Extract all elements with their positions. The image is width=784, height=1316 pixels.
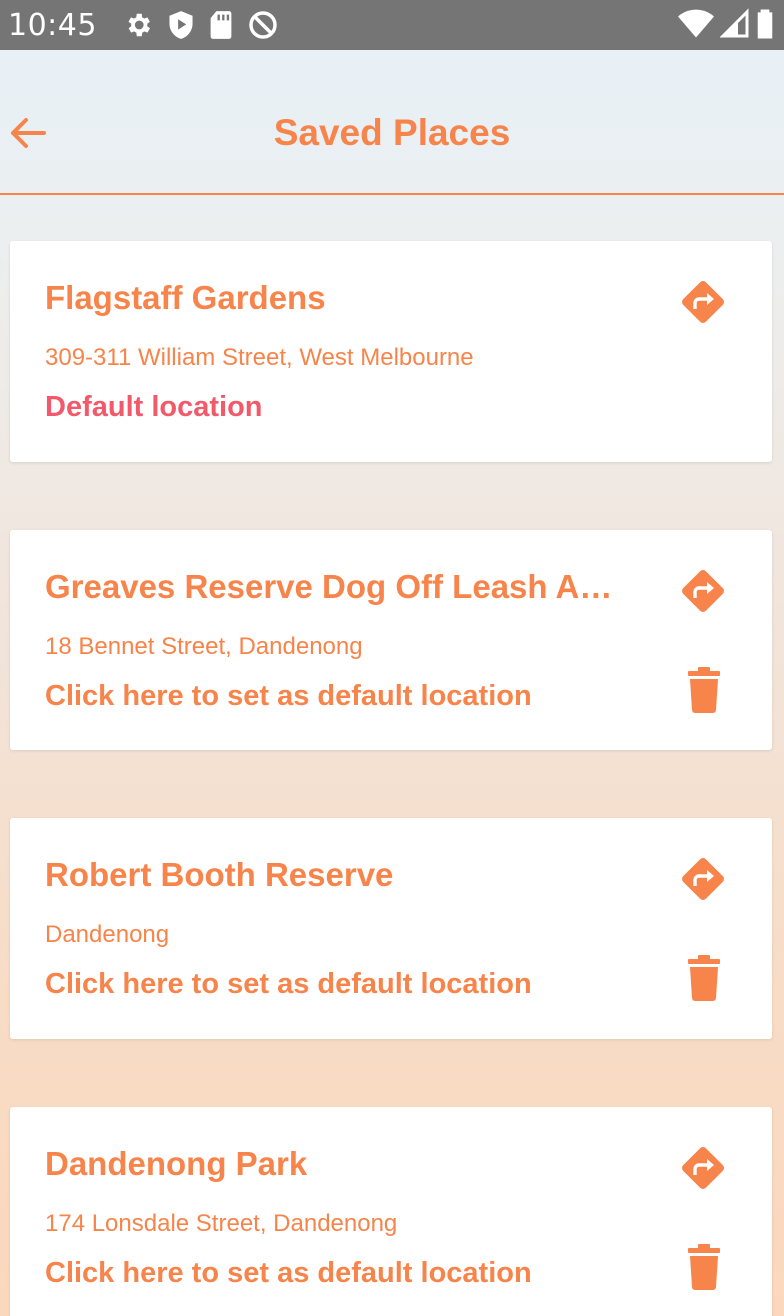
directions-button[interactable]: [678, 277, 728, 327]
delete-button[interactable]: [684, 667, 724, 713]
cell-signal-icon: [720, 8, 749, 38]
place-card[interactable]: Flagstaff Gardens 309-311 William Street…: [10, 241, 772, 462]
sd-card-icon: [210, 11, 232, 39]
place-name: Flagstaff Gardens: [45, 279, 326, 316]
delete-button[interactable]: [684, 955, 724, 1001]
place-card[interactable]: Greaves Reserve Dog Off Leash A… 18 Benn…: [10, 530, 772, 750]
data-saver-icon: [249, 11, 277, 39]
directions-button[interactable]: [678, 1143, 728, 1193]
directions-icon: [682, 570, 724, 612]
place-card[interactable]: Robert Booth Reserve Dandenong Click her…: [10, 818, 772, 1039]
settings-icon: [128, 13, 150, 37]
place-address: 18 Bennet Street, Dandenong: [45, 633, 363, 660]
trash-icon: [688, 955, 720, 1001]
app-header: Saved Places: [0, 50, 784, 195]
set-default-button[interactable]: Click here to set as default location: [45, 1257, 532, 1290]
place-address: Dandenong: [45, 921, 170, 948]
battery-icon: [757, 9, 773, 39]
place-address: 174 Lonsdale Street, Dandenong: [45, 1210, 398, 1237]
page-title: Saved Places: [273, 112, 511, 153]
directions-icon: [682, 858, 724, 900]
set-default-button[interactable]: Click here to set as default location: [45, 680, 532, 713]
place-name: Greaves Reserve Dog Off Leash A…: [45, 568, 613, 605]
trash-icon: [688, 1244, 720, 1290]
delete-button[interactable]: [684, 1244, 724, 1290]
default-location-label: Default location: [45, 391, 263, 423]
status-bar: 10:45: [0, 0, 784, 50]
trash-icon: [688, 667, 720, 713]
place-address: 309-311 William Street, West Melbourne: [45, 344, 474, 371]
directions-button[interactable]: [678, 854, 728, 904]
directions-icon: [682, 1147, 724, 1189]
set-default-button[interactable]: Click here to set as default location: [45, 968, 532, 1001]
status-time: 10:45: [8, 7, 97, 43]
place-name: Robert Booth Reserve: [45, 856, 394, 893]
wifi-icon: [678, 9, 714, 38]
place-card[interactable]: Dandenong Park 174 Lonsdale Street, Dand…: [10, 1107, 772, 1316]
place-name: Dandenong Park: [45, 1145, 308, 1182]
directions-icon: [682, 281, 724, 323]
play-protect-icon: [169, 11, 193, 39]
directions-button[interactable]: [678, 566, 728, 616]
